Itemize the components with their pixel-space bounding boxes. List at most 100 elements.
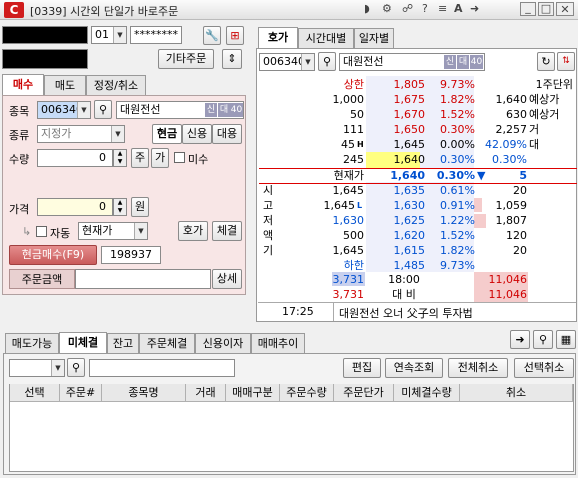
tab-modify-cancel[interactable]: 정정/취소 [86, 75, 146, 95]
credit-button[interactable]: 신용 [182, 124, 212, 144]
high-marker: H [357, 140, 364, 149]
account-number-field[interactable] [2, 26, 88, 44]
sticky-icon[interactable]: ➜ [470, 2, 479, 15]
add-panel-icon[interactable]: ⊞ [226, 26, 244, 45]
export-icon[interactable]: ▦ [556, 330, 576, 349]
cash-button[interactable]: 현금 [152, 124, 182, 144]
price-label: 가격 [9, 203, 30, 216]
unfilled-checkbox[interactable] [174, 152, 185, 163]
order-type-select[interactable]: 지정가 ▼ [37, 125, 125, 143]
tab-sell[interactable]: 매도 [44, 75, 86, 95]
cash-buy-button[interactable]: 현금매수(F9) [9, 245, 97, 265]
rate-badge: 대 [218, 103, 230, 117]
other-order-button[interactable]: 기타주문 [158, 49, 214, 69]
link-icon[interactable]: ☍ [402, 2, 413, 15]
ask-pct: 1.52% [440, 108, 475, 121]
chevron-down-icon: ▼ [301, 54, 314, 70]
col-select[interactable]: 선택 [10, 384, 60, 402]
total-ask-2: 3,731 [332, 288, 365, 301]
wrench-icon[interactable]: 🔧 [203, 26, 221, 45]
quote-button[interactable]: 호가 [178, 221, 208, 241]
ask-price: 1,650 [393, 123, 426, 136]
tab-by-date[interactable]: 일자별 [354, 28, 394, 48]
expand-icon[interactable]: ⇕ [222, 49, 242, 69]
fill-button[interactable]: 체결 [212, 221, 242, 241]
credit-badge: 신 [444, 55, 456, 69]
col-trade[interactable]: 거래 [186, 384, 226, 402]
auto-mode-select[interactable]: 현재가 ▼ [78, 222, 148, 240]
tab-order-fills[interactable]: 주문체결 [139, 333, 195, 353]
refresh-icon[interactable]: ↻ [537, 52, 555, 71]
right-value: 42.09% [485, 138, 527, 151]
cancel-selected-button[interactable]: 선택취소 [514, 358, 574, 378]
right-label: 대 [529, 138, 540, 151]
tab-unfilled[interactable]: 미체결 [59, 332, 107, 353]
margin-badge: 40 [230, 103, 243, 117]
col-order-qty[interactable]: 주문수량 [280, 384, 334, 402]
quote-code-select[interactable]: 006340 ▼ [259, 53, 315, 71]
right-value: 630 [506, 108, 527, 121]
auto-checkbox[interactable] [36, 226, 47, 237]
gear-icon[interactable]: ⚙ [382, 2, 392, 15]
font-icon[interactable]: A [454, 2, 463, 15]
cancel-all-button[interactable]: 전체취소 [448, 358, 508, 378]
ask-price: 1,640 [393, 153, 426, 166]
password-field[interactable]: ******** [130, 26, 182, 44]
account-suffix-select[interactable]: 01 ▼ [91, 26, 127, 44]
amount-label: 주문금액 [9, 269, 75, 289]
search-icon[interactable]: ⚲ [94, 100, 112, 119]
restore-icon[interactable]: □ [538, 2, 554, 16]
quote-code-value: 006340 [263, 55, 305, 68]
col-order-no[interactable]: 주문# [60, 384, 102, 402]
close-icon[interactable]: ✕ [556, 2, 574, 16]
price-stepper[interactable]: ▲ ▼ [113, 198, 127, 216]
filter-select[interactable]: ▼ [9, 359, 65, 377]
help-icon[interactable]: ? [422, 2, 428, 15]
current-price-label: 현재가 [333, 169, 364, 182]
news-headline[interactable]: 대원전선 오너 父子의 투자법 [339, 305, 473, 321]
chevron-down-icon: ▼ [51, 360, 64, 376]
rate-badge: 대 [457, 55, 469, 69]
bottom-search-icon[interactable]: ⚲ [533, 330, 553, 349]
right-label: 거 [529, 123, 540, 136]
quantity-stepper[interactable]: ▲ ▼ [113, 149, 127, 167]
col-order-price[interactable]: 주문단가 [334, 384, 394, 402]
ask-price: 1,675 [393, 93, 426, 106]
col-unfilled-qty[interactable]: 미체결수량 [394, 384, 460, 402]
stock-code-select[interactable]: 006340 ▼ [37, 101, 91, 119]
tab-buy[interactable]: 매수 [2, 74, 44, 95]
ask-row: 45 H 1,645 0.00% 42.09% 대 [259, 137, 577, 153]
price-unit-button[interactable]: 원 [131, 197, 149, 217]
tab-quote[interactable]: 호가 [258, 27, 298, 48]
filter-search-icon[interactable]: ⚲ [67, 358, 85, 377]
quantity-input[interactable]: 0 [37, 149, 113, 167]
order-type-value: 지정가 [41, 127, 72, 140]
tab-sellable[interactable]: 매도가능 [5, 333, 59, 353]
qty-price-button[interactable]: 가 [151, 148, 169, 168]
quote-search-icon[interactable]: ⚲ [318, 52, 336, 71]
tab-by-time[interactable]: 시간대별 [298, 28, 354, 48]
upper-limit-label: 상한 [343, 78, 364, 91]
col-cancel[interactable]: 취소 [460, 384, 573, 402]
current-pct: 0.30% [436, 169, 475, 182]
tab-credit-interest[interactable]: 신용이자 [195, 333, 251, 353]
ten-levels-icon[interactable]: ⇅ [557, 52, 575, 71]
minimize-icon[interactable]: _ [520, 2, 536, 16]
filter-stock-field[interactable] [89, 359, 235, 377]
price-input[interactable]: 0 [37, 198, 113, 216]
edit-button[interactable]: 편집 [343, 358, 381, 378]
menu-icon[interactable]: ≡ [438, 2, 447, 15]
detail-button[interactable]: 상세 [212, 269, 242, 289]
tab-balance[interactable]: 잔고 [107, 333, 139, 353]
col-trade-type[interactable]: 매매구분 [226, 384, 280, 402]
arrow-right-icon[interactable]: ➜ [510, 330, 530, 349]
loan-button[interactable]: 대용 [212, 124, 242, 144]
ask-pct: 0.30% [440, 153, 475, 166]
bid-qty: 20 [513, 244, 527, 257]
qty-unit-button[interactable]: 주 [131, 148, 149, 168]
continuous-query-button[interactable]: 연속조회 [385, 358, 443, 378]
col-stock-name[interactable]: 종목명 [102, 384, 186, 402]
window-title: [0339] 시간외 단일가 바로주문 [30, 5, 179, 18]
headset-icon[interactable]: ◗ [364, 2, 370, 15]
tab-trade-trend[interactable]: 매매추이 [251, 333, 305, 353]
